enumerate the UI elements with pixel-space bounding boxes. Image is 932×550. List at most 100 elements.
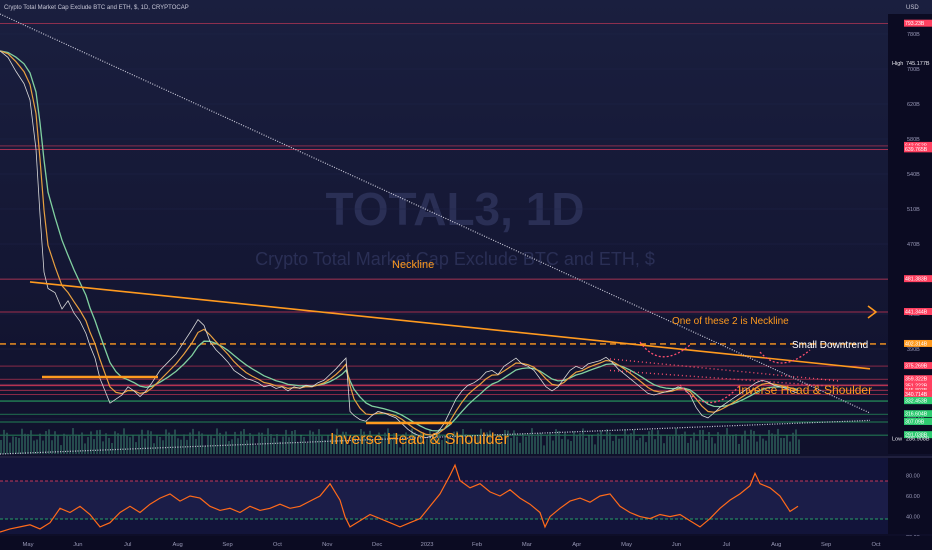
volume-bar <box>663 443 665 454</box>
volume-bar <box>744 430 746 454</box>
volume-bar <box>48 429 50 454</box>
volume-bar <box>150 431 152 454</box>
x-tick-label: Mar <box>522 542 532 548</box>
volume-bar <box>660 434 662 454</box>
volume-bar <box>234 431 236 454</box>
y-tick-label: 470B <box>907 242 920 248</box>
volume-bar <box>297 442 299 454</box>
volume-bar <box>585 437 587 454</box>
x-tick-label: Jul <box>124 542 131 548</box>
one-of-these-annotation: One of these 2 is Neckline <box>672 316 789 327</box>
volume-bar <box>36 439 38 454</box>
volume-bar <box>303 437 305 454</box>
x-tick-label: Jun <box>73 542 82 548</box>
volume-bar <box>225 431 227 454</box>
volume-bar <box>657 430 659 454</box>
volume-bar <box>597 433 599 454</box>
symbol-title: Crypto Total Market Cap Exclude BTC and … <box>4 5 189 11</box>
volume-bar <box>633 429 635 454</box>
volume-bar <box>45 431 47 454</box>
volume-bar <box>183 434 185 454</box>
x-tick-label: Oct <box>273 542 282 548</box>
volume-bar <box>159 436 161 454</box>
volume-bar <box>780 437 782 454</box>
volume-bar <box>30 430 32 454</box>
volume-bar <box>102 441 104 454</box>
volume-bar <box>711 437 713 454</box>
volume-bar <box>189 432 191 454</box>
volume-bar <box>129 437 131 454</box>
volume-bar <box>777 428 779 454</box>
volume-bar <box>18 438 20 454</box>
high-low-label: Low <box>892 437 902 443</box>
price-label: 307.09B <box>905 419 925 425</box>
ihs-right-annotation: Inverse Head & Shoulder <box>738 383 872 397</box>
volume-bar <box>525 436 527 454</box>
price-chart[interactable]: Crypto Total Market Cap Exclude BTC and … <box>0 0 932 550</box>
volume-bar <box>738 443 740 454</box>
x-tick-label: May <box>23 542 34 548</box>
x-tick-label: Aug <box>172 542 182 548</box>
volume-bar <box>729 435 731 454</box>
x-tick-label: Oct <box>871 542 880 548</box>
volume-bar <box>168 432 170 454</box>
volume-bar <box>318 429 320 454</box>
volume-bar <box>192 428 194 454</box>
volume-bar <box>177 438 179 454</box>
volume-bar <box>12 436 14 454</box>
volume-bar <box>399 447 401 454</box>
volume-bar <box>60 445 62 454</box>
volume-bar <box>33 440 35 454</box>
volume-bar <box>651 429 653 454</box>
price-label: 745.177B <box>906 61 930 67</box>
volume-bar <box>300 435 302 454</box>
volume-bar <box>570 441 572 454</box>
x-tick-label: May <box>621 542 632 548</box>
volume-bar <box>609 432 611 454</box>
volume-bar <box>228 441 230 454</box>
volume-bar <box>579 433 581 454</box>
x-tick-label: Jul <box>723 542 730 548</box>
time-axis[interactable] <box>0 536 932 550</box>
volume-bar <box>201 433 203 454</box>
volume-bar <box>765 440 767 454</box>
volume-bar <box>750 429 752 454</box>
volume-bar <box>198 431 200 454</box>
volume-bar <box>156 435 158 454</box>
volume-bar <box>798 439 800 454</box>
volume-bar <box>138 434 140 454</box>
currency-label: USD <box>906 5 919 11</box>
volume-bar <box>282 436 284 454</box>
volume-bar <box>630 433 632 454</box>
volume-bar <box>606 429 608 454</box>
volume-bar <box>120 435 122 454</box>
high-low-label: High <box>892 61 903 67</box>
volume-bar <box>312 431 314 454</box>
volume-bar <box>612 440 614 454</box>
volume-bar <box>171 435 173 454</box>
price-label: 332.453B <box>905 399 928 405</box>
volume-bar <box>741 435 743 454</box>
volume-bar <box>207 435 209 454</box>
volume-bar <box>762 438 764 454</box>
volume-bar <box>324 439 326 454</box>
volume-bar <box>237 438 239 454</box>
volume-bar <box>600 430 602 454</box>
volume-bar <box>105 433 107 454</box>
volume-bar <box>768 429 770 454</box>
price-label: 639.765B <box>905 147 928 153</box>
volume-bar <box>666 434 668 454</box>
rsi-tick-label: 80.00 <box>906 473 920 479</box>
volume-bar <box>747 439 749 454</box>
y-tick-label: 390B <box>907 347 920 353</box>
volume-bar <box>708 432 710 454</box>
volume-bar <box>165 429 167 454</box>
volume-bar <box>684 431 686 454</box>
x-tick-label: Nov <box>322 542 332 548</box>
y-tick-label: 620B <box>907 102 920 108</box>
volume-bar <box>288 437 290 454</box>
volume-bar <box>510 437 512 454</box>
volume-bar <box>672 436 674 454</box>
volume-bar <box>732 435 734 454</box>
volume-bar <box>783 437 785 454</box>
